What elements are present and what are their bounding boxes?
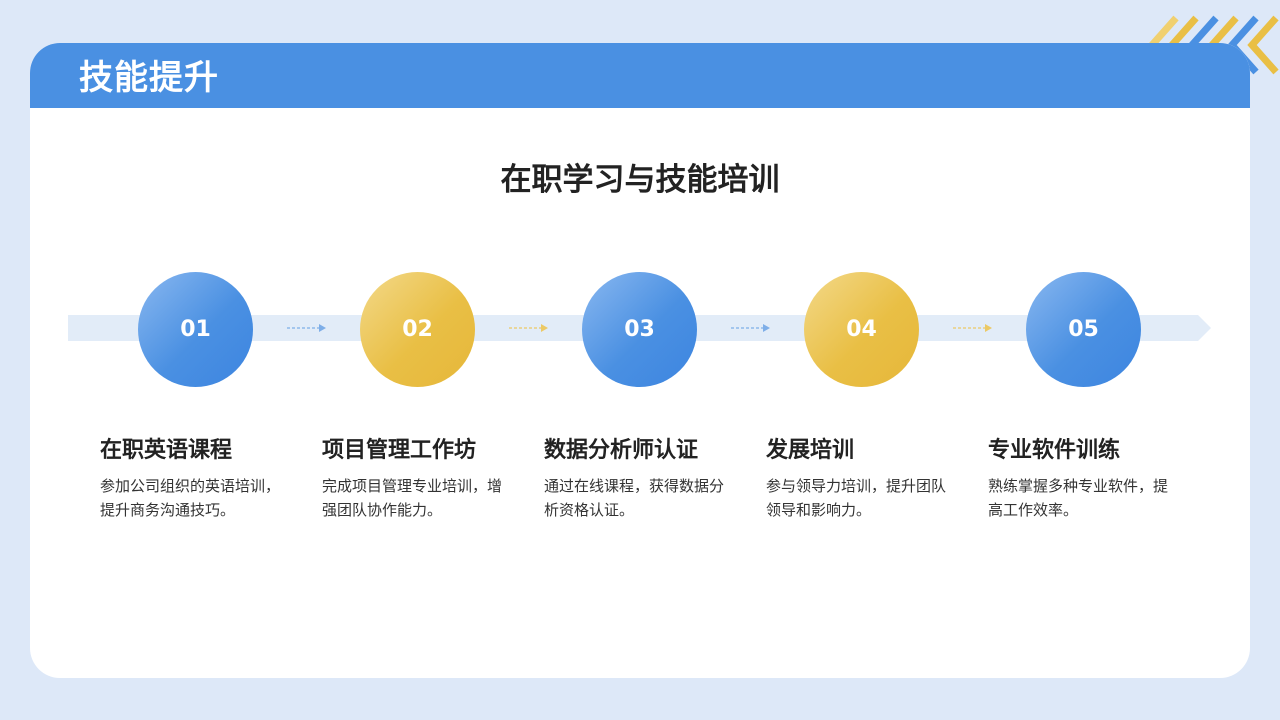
step-5-title: 专业软件训练 (988, 438, 1121, 463)
step-4-description: 参与领导力培训，提升团队领导和影响力。 (766, 477, 947, 519)
step-5-circle: 05 (1026, 272, 1141, 387)
step-5-number: 05 (1068, 317, 1099, 342)
step-2-description: 完成项目管理专业培训，增强团队协作能力。 (322, 477, 503, 519)
header-bar: 技能提升 (30, 43, 1250, 108)
dashed-arrow-icon (953, 324, 992, 332)
page-title: 技能提升 (79, 58, 219, 98)
step-5-description: 熟练掌握多种专业软件，提高工作效率。 (988, 477, 1169, 519)
step-4-circle: 04 (804, 272, 919, 387)
step-1-description: 参加公司组织的英语培训，提升商务沟通技巧。 (100, 477, 281, 519)
section-subtitle: 在职学习与技能培训 (500, 162, 780, 198)
step-3-circle: 03 (582, 272, 697, 387)
step-4-title: 发展培训 (766, 438, 855, 463)
dashed-arrow-icon (731, 324, 770, 332)
step-2-title: 项目管理工作坊 (322, 438, 477, 463)
step-1-title: 在职英语课程 (100, 438, 233, 463)
step-1-circle: 01 (138, 272, 253, 387)
step-2-circle: 02 (360, 272, 475, 387)
step-3-description: 通过在线课程，获得数据分析资格认证。 (544, 477, 725, 519)
step-3-title: 数据分析师认证 (544, 438, 699, 463)
step-1-number: 01 (180, 317, 211, 342)
step-4-number: 04 (846, 317, 877, 342)
step-2-number: 02 (402, 317, 433, 342)
step-3-number: 03 (624, 317, 655, 342)
dashed-arrow-icon (287, 324, 326, 332)
dashed-arrow-icon (509, 324, 548, 332)
